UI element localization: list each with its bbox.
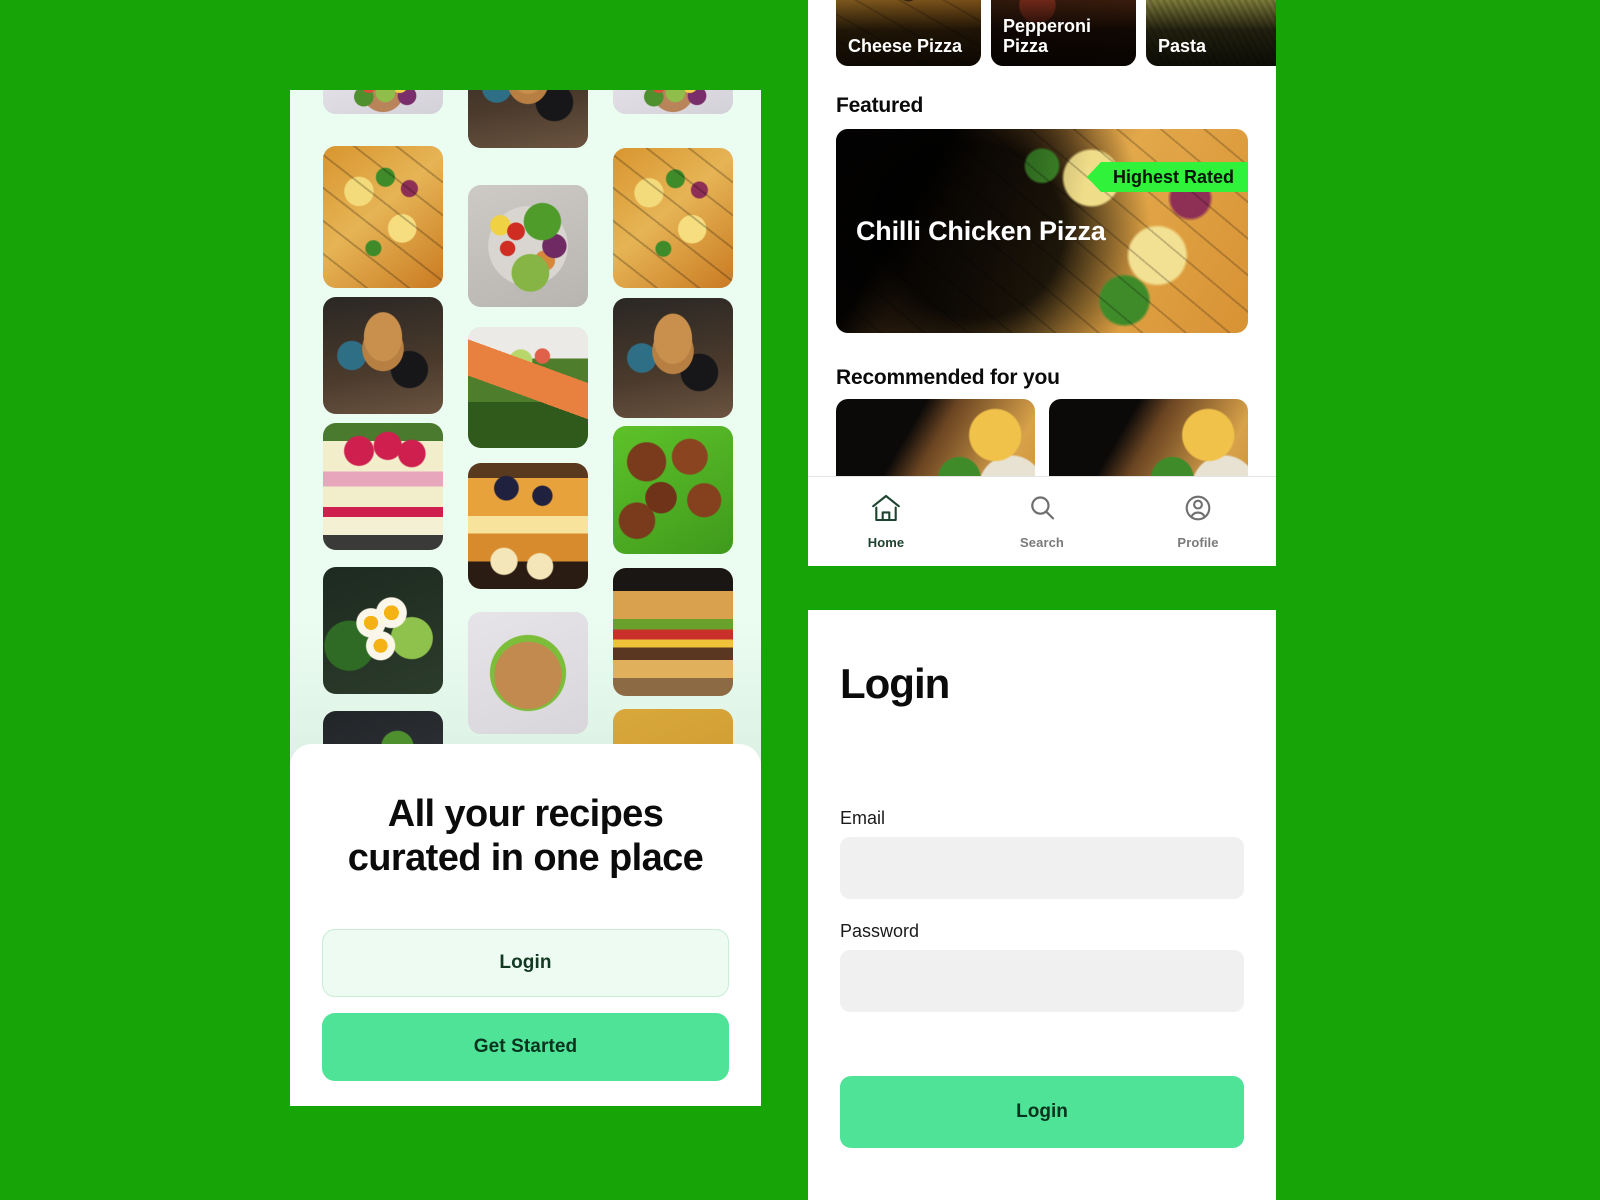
email-label: Email (840, 808, 886, 828)
category-chip-pasta[interactable]: Pasta (1146, 0, 1276, 66)
grid-tile[interactable] (323, 423, 443, 550)
veggie-buddha-bowl-image (468, 185, 588, 307)
salad-bowl-image (613, 90, 733, 114)
home-icon (870, 493, 902, 528)
meatballs-rocket-image (613, 426, 733, 554)
nav-item-home[interactable]: Home (808, 493, 964, 550)
page-title: All your recipes curated in one place (347, 793, 704, 880)
login-button[interactable]: Login (322, 928, 729, 997)
grid-tile[interactable] (323, 297, 443, 414)
login-submit-button[interactable]: Login (840, 1076, 1244, 1148)
recommended-section-title: Recommended for you (836, 366, 1060, 389)
password-field[interactable] (840, 950, 1244, 1012)
screenshot-canvas: All your recipes curated in one place Lo… (0, 0, 1600, 1200)
grid-tile[interactable] (468, 612, 588, 734)
blueberry-pancakes-image (613, 298, 733, 418)
beef-burger-image (613, 568, 733, 696)
grid-tile[interactable] (323, 567, 443, 694)
chilli-chicken-pizza-image (323, 146, 443, 288)
french-toast-banana-image (468, 463, 588, 589)
grid-tile[interactable] (468, 463, 588, 589)
nav-label-profile: Profile (1177, 535, 1219, 550)
login-screen: Login Email Password Login (808, 610, 1276, 1200)
category-chip-row[interactable]: Cheese Pizza Pepperoni Pizza Pasta (808, 0, 1276, 66)
onboarding-screen: All your recipes curated in one place Lo… (290, 90, 761, 1106)
category-chip-label: Pepperoni Pizza (1003, 15, 1092, 56)
grid-tile[interactable] (323, 90, 443, 114)
featured-recipe-title: Chilli Chicken Pizza (856, 216, 1106, 246)
profile-icon (1182, 493, 1214, 528)
grid-tile[interactable] (323, 146, 443, 288)
nav-label-search: Search (1020, 535, 1064, 550)
grid-tile[interactable] (468, 327, 588, 448)
blueberry-pancakes-image (323, 297, 443, 414)
raspberry-cake-image (323, 423, 443, 550)
salmon-greens-image (468, 327, 588, 448)
category-chip-label: Cheese Pizza (848, 35, 963, 56)
featured-recipe-card[interactable]: Highest Rated Chilli Chicken Pizza (836, 129, 1248, 333)
bottom-navigation-bar: Home Search Profile (808, 476, 1276, 566)
onboarding-sheet: All your recipes curated in one place Lo… (290, 744, 761, 1106)
grid-tile[interactable] (613, 568, 733, 696)
grid-tile[interactable] (613, 148, 733, 288)
page-title: Login (840, 660, 950, 707)
egg-avocado-toast-image (323, 567, 443, 694)
blueberry-pancakes-image (468, 90, 588, 148)
chip-gradient-overlay (1146, 0, 1276, 66)
salad-bowl-image (323, 90, 443, 114)
email-field[interactable] (840, 837, 1244, 899)
grid-tile[interactable] (468, 90, 588, 148)
grid-tile[interactable] (613, 426, 733, 554)
category-chip-pepperoni-pizza[interactable]: Pepperoni Pizza (991, 0, 1136, 66)
chip-gradient-overlay (836, 0, 981, 66)
nav-label-home: Home (867, 535, 905, 550)
home-screen: Cheese Pizza Pepperoni Pizza Pasta Featu… (808, 0, 1276, 566)
category-chip-cheese-pizza[interactable]: Cheese Pizza (836, 0, 981, 66)
search-icon (1026, 493, 1058, 528)
category-chip-label: Pasta (1158, 35, 1207, 56)
status-badge: Highest Rated (1086, 162, 1248, 192)
nav-item-search[interactable]: Search (964, 493, 1120, 550)
password-label: Password (840, 921, 920, 941)
get-started-button[interactable]: Get Started (322, 1012, 729, 1081)
grid-tile[interactable] (613, 90, 733, 114)
grain-bowl-image (468, 612, 588, 734)
nav-item-profile[interactable]: Profile (1120, 493, 1276, 550)
chilli-chicken-pizza-image (613, 148, 733, 288)
featured-section-title: Featured (836, 94, 924, 117)
grid-tile[interactable] (613, 298, 733, 418)
grid-tile[interactable] (468, 185, 588, 307)
